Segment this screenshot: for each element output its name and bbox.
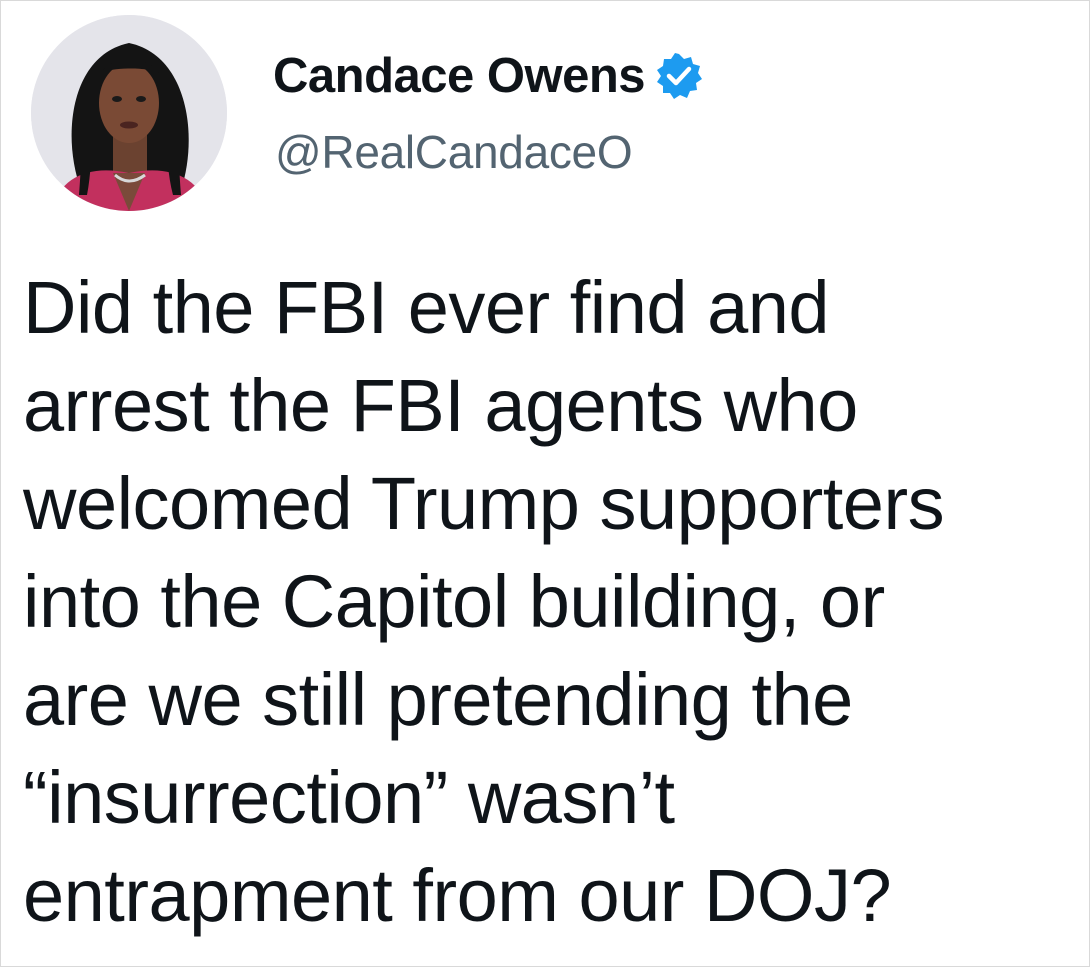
author-handle[interactable]: @RealCandaceO [275,125,633,179]
tweet-text-line: are we still pretending the [23,658,853,741]
author-display-name[interactable]: Candace Owens [273,48,646,104]
tweet-text-line: Did the FBI ever find and [23,266,830,349]
tweet-text-line: entrapment from our DOJ? [23,854,892,937]
tweet-text-line: “insurrection” wasn’t [23,756,675,839]
tweet-text-line: welcomed Trump supporters [23,462,945,545]
tweet-text-line: into the Capitol building, or [23,560,885,643]
verified-badge-icon [655,52,703,100]
author-name-row: Candace Owens [273,41,703,111]
tweet-card: Candace Owens @RealCandaceO Did the FBI … [0,0,1090,967]
tweet-text-line: arrest the FBI agents who [23,364,858,447]
author-avatar[interactable] [31,15,227,211]
profile-photo-icon [31,15,227,211]
tweet-text: Did the FBI ever find and arrest the FBI… [23,259,1083,945]
